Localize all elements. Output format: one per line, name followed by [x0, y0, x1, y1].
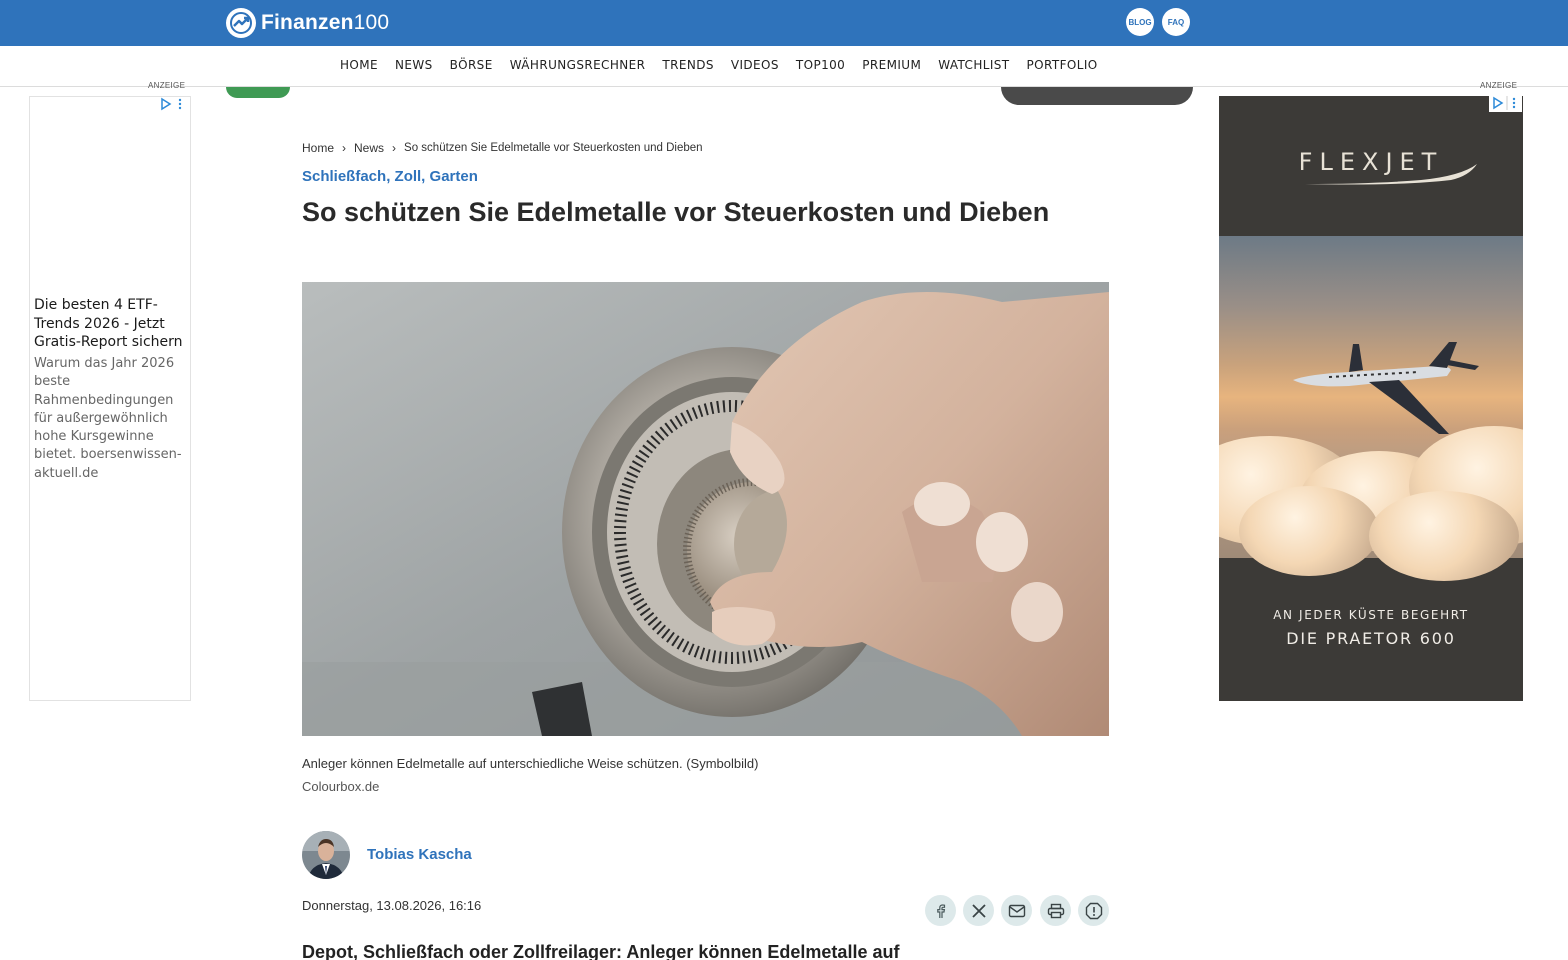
report-button[interactable]	[1078, 895, 1109, 926]
blog-button[interactable]: BLOG	[1126, 8, 1154, 36]
nav-news[interactable]: NEWS	[395, 58, 433, 72]
nav-top100[interactable]: TOP100	[796, 58, 845, 72]
right-ad[interactable]: FLEXJET AN JEDER KÜSTE BEGEHRT DIE PRAET…	[1219, 96, 1523, 701]
nav-boerse[interactable]: BÖRSE	[450, 58, 493, 72]
nav-watchlist[interactable]: WATCHLIST	[938, 58, 1009, 72]
facebook-share-button[interactable]	[925, 895, 956, 926]
left-ad-body[interactable]: Warum das Jahr 2026 beste Rahmenbedingun…	[34, 355, 188, 483]
image-caption: Anleger können Edelmetalle auf unterschi…	[302, 756, 759, 771]
adchoices-icon[interactable]	[1489, 96, 1522, 112]
print-icon	[1047, 903, 1064, 918]
mail-share-button[interactable]	[1001, 895, 1032, 926]
report-icon	[1085, 902, 1102, 919]
chevron-right-icon: ›	[392, 141, 397, 155]
hero-image	[302, 282, 1109, 736]
breadcrumb-current: So schützen Sie Edelmetalle vor Steuerko…	[404, 142, 703, 154]
green-tab-button[interactable]	[226, 87, 290, 98]
breadcrumb-home[interactable]: Home	[302, 141, 334, 155]
author-avatar[interactable]	[302, 831, 350, 879]
breadcrumb-news[interactable]: News	[354, 141, 384, 155]
article-kicker: Schließfach, Zoll, Garten	[302, 168, 478, 185]
nav-trends[interactable]: TRENDS	[662, 58, 713, 72]
jet-icon	[1293, 342, 1479, 434]
nav-videos[interactable]: VIDEOS	[731, 58, 779, 72]
faq-button[interactable]: FAQ	[1162, 8, 1190, 36]
article-headline: So schützen Sie Edelmetalle vor Steuerko…	[302, 197, 1050, 227]
nav-premium[interactable]: PREMIUM	[862, 58, 921, 72]
author-name-link[interactable]: Tobias Kascha	[367, 846, 472, 863]
left-ad-title[interactable]: Die besten 4 ETF-Trends 2026 - Jetzt Gra…	[34, 296, 188, 352]
flexjet-swoosh-icon	[1305, 164, 1477, 185]
adchoices-icon[interactable]	[160, 97, 184, 114]
top-header: Finanzen100 BLOG FAQ	[0, 0, 1568, 46]
x-share-button[interactable]	[963, 895, 994, 926]
x-icon	[971, 903, 986, 918]
main-nav: HOME NEWS BÖRSE WÄHRUNGSRECHNER TRENDS V…	[0, 46, 1568, 87]
facebook-icon	[936, 903, 945, 918]
nav-waehrungsrechner[interactable]: WÄHRUNGSRECHNER	[510, 58, 646, 72]
right-ad-tagline: AN JEDER KÜSTE BEGEHRT	[1273, 608, 1469, 622]
logo-text: Finanzen100	[261, 11, 390, 34]
right-ad-product: DIE PRAETOR 600	[1286, 629, 1456, 648]
ad-label-left: ANZEIGE	[148, 81, 186, 90]
print-button[interactable]	[1040, 895, 1071, 926]
mail-icon	[1008, 904, 1025, 917]
chevron-right-icon: ›	[342, 141, 347, 155]
ad-label-right: ANZEIGE	[1480, 81, 1518, 90]
publish-date: Donnerstag, 13.08.2026, 16:16	[302, 898, 482, 913]
left-ad[interactable]: Die besten 4 ETF-Trends 2026 - Jetzt Gra…	[29, 96, 191, 701]
breadcrumb: Home › News › So schützen Sie Edelmetall…	[302, 141, 703, 155]
image-credit: Colourbox.de	[302, 779, 380, 794]
logo-chart-icon	[226, 8, 256, 38]
dark-tab-button[interactable]	[1001, 87, 1193, 105]
nav-home[interactable]: HOME	[340, 58, 378, 72]
site-logo[interactable]: Finanzen100	[226, 7, 389, 39]
article-lead: Depot, Schließfach oder Zollfreilager: A…	[302, 942, 900, 960]
jet-sky-image	[1219, 236, 1523, 581]
nav-portfolio[interactable]: PORTFOLIO	[1027, 58, 1098, 72]
